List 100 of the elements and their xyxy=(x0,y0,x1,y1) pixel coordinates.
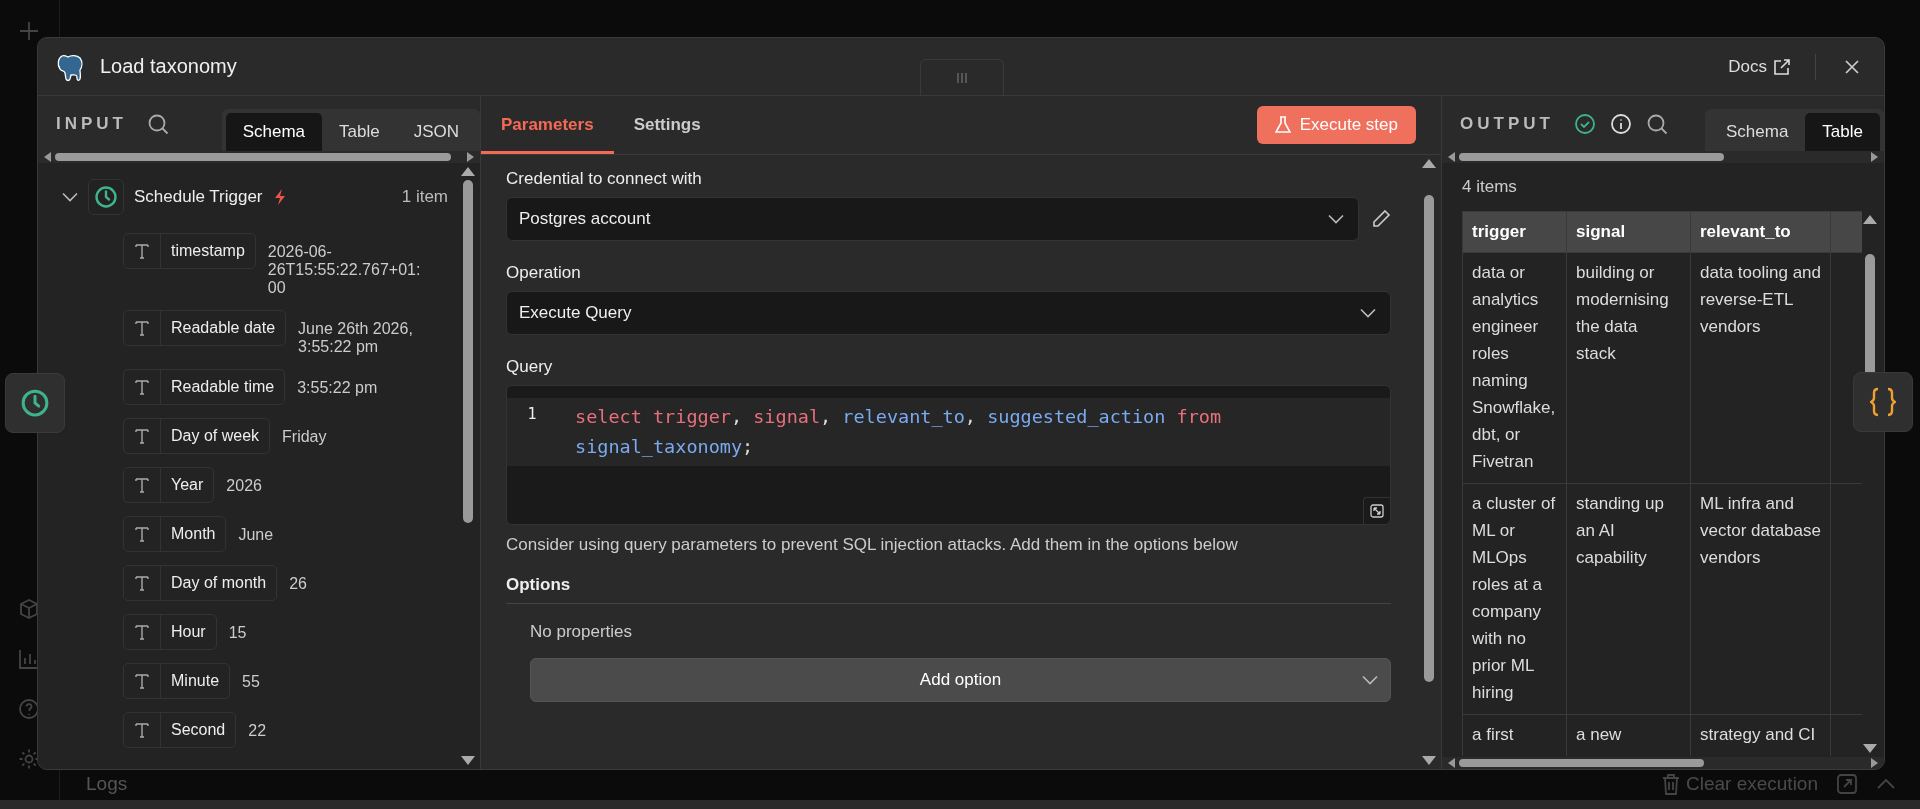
field-name: Readable date xyxy=(170,319,277,337)
field-name: Day of month xyxy=(170,574,268,592)
text-type-icon xyxy=(135,526,149,542)
text-type-icon xyxy=(135,477,149,493)
search-icon[interactable] xyxy=(147,112,169,135)
chevron-down-icon xyxy=(62,192,78,202)
field-chip[interactable]: Second xyxy=(123,712,237,748)
table-cell: a cluster of ML or MLOps roles at a company with no prior ML hiring xyxy=(1462,483,1567,715)
field-value: June xyxy=(238,525,274,544)
field-name: Second xyxy=(170,721,227,739)
field-name: timestamp xyxy=(170,242,246,260)
check-circle-icon xyxy=(1573,112,1596,135)
field-value: 22 xyxy=(248,721,267,740)
drag-handle[interactable] xyxy=(920,59,1004,95)
item-count: 1 item xyxy=(401,187,448,207)
code-line: select trigger, signal, relevant_to, suggested_action from signal_taxonomy; xyxy=(574,405,1223,459)
text-type-icon xyxy=(135,722,149,738)
empty-text: No properties xyxy=(530,622,634,642)
column-header[interactable]: relevant_to xyxy=(1690,211,1831,253)
field-name: Readable time xyxy=(170,378,276,396)
chevron-down-icon xyxy=(1360,308,1376,318)
pencil-icon[interactable] xyxy=(1371,209,1391,229)
field-chip[interactable]: Day of month xyxy=(123,565,278,601)
horizontal-scrollbar[interactable] xyxy=(38,151,480,163)
node-name: Schedule Trigger xyxy=(134,187,263,207)
text-type-icon xyxy=(135,575,149,591)
text-type-icon xyxy=(135,428,149,444)
view-tab[interactable]: Table xyxy=(322,113,397,151)
field-value: 26 xyxy=(289,574,307,593)
view-tab[interactable]: Schema xyxy=(225,113,322,151)
field-value: 15 xyxy=(228,623,247,642)
add-option-button[interactable]: Add option xyxy=(530,658,1391,702)
field-chip[interactable]: Year xyxy=(123,467,215,503)
flask-icon xyxy=(1274,116,1291,134)
clock-icon xyxy=(20,388,50,418)
item-count: 4 items xyxy=(1461,176,1518,198)
view-tab[interactable]: Table xyxy=(1805,113,1880,151)
panel-title: INPUT xyxy=(56,113,127,134)
table-cell: data tooling and reverse-ETL vendors xyxy=(1690,252,1831,484)
field-name: Month xyxy=(170,525,217,543)
table-cell: building or modernising the data stack xyxy=(1566,252,1691,484)
table-cell: a first xyxy=(1462,714,1567,756)
tab[interactable]: Settings xyxy=(613,99,721,154)
horizontal-scrollbar[interactable] xyxy=(1442,757,1884,769)
docs-link[interactable]: Docs xyxy=(1728,56,1791,77)
field-name: Hour xyxy=(170,623,207,641)
field-label: Operation xyxy=(506,263,582,283)
field-chip[interactable]: Minute xyxy=(123,663,231,699)
field-name: Year xyxy=(170,476,205,494)
text-type-icon xyxy=(135,673,149,689)
text-type-icon xyxy=(135,243,149,259)
table-cell: standing up an AI capability xyxy=(1566,483,1691,715)
code-editor[interactable]: 1 select trigger, signal, relevant_to, suggested_action from signal_taxonomy; xyxy=(506,385,1391,525)
logs-label: Logs xyxy=(86,773,128,795)
section-title: Options xyxy=(506,575,1391,604)
trigger-button[interactable] xyxy=(5,373,65,433)
hint-text: Consider using query parameters to prevent SQL injection attacks. Add them in the options below xyxy=(506,535,1239,555)
chevron-down-icon xyxy=(1362,675,1378,685)
field-chip[interactable]: Readable date xyxy=(123,310,287,346)
external-link-icon xyxy=(1773,57,1791,76)
close-icon xyxy=(1844,58,1860,75)
field-label: Query xyxy=(506,357,554,377)
field-label: Credential to connect with xyxy=(506,169,703,189)
table-cell: ML infra and vector database vendors xyxy=(1690,483,1831,715)
field-chip[interactable]: timestamp xyxy=(123,233,256,269)
column-header[interactable]: trigger xyxy=(1462,211,1567,253)
table-cell: strategy and CI xyxy=(1690,714,1831,756)
field-chip[interactable]: Day of week xyxy=(123,418,271,454)
window-title: Load taxonomy xyxy=(100,55,237,78)
text-type-icon xyxy=(135,320,149,336)
field-chip[interactable]: Readable time xyxy=(123,369,286,405)
field-value: 3:55:22 pm xyxy=(297,378,378,397)
json-button[interactable] xyxy=(1853,372,1913,432)
credential-select[interactable]: Postgres account xyxy=(506,197,1359,241)
text-type-icon xyxy=(135,379,149,395)
lightning-icon xyxy=(272,188,287,206)
braces-icon xyxy=(1870,387,1896,417)
field-name: Minute xyxy=(170,672,221,690)
expand-icon[interactable] xyxy=(1363,497,1390,524)
column-header[interactable]: signal xyxy=(1566,211,1691,253)
view-tab[interactable]: JSON xyxy=(396,113,476,151)
field-chip[interactable]: Hour xyxy=(123,614,217,650)
field-chip[interactable]: Month xyxy=(123,516,227,552)
panel-title: OUTPUT xyxy=(1460,113,1554,134)
view-tab[interactable]: Schema xyxy=(1709,113,1806,151)
text-type-icon xyxy=(135,624,149,640)
info-icon[interactable] xyxy=(1609,112,1632,135)
clock-icon xyxy=(94,185,118,209)
table-cell: data or analytics engineer roles naming Snowflake, dbt, or Fivetran xyxy=(1462,252,1567,484)
field-value: June 26th 2026, 3:55:22 pm xyxy=(298,319,414,356)
expand-toggle[interactable] xyxy=(62,192,78,202)
horizontal-scrollbar[interactable] xyxy=(1442,151,1884,163)
table-cell: a new xyxy=(1566,714,1691,756)
field-value: 2026-06-26T15:55:22.767+01:00 xyxy=(267,242,422,297)
line-number: 1 xyxy=(526,404,538,425)
field-value: 55 xyxy=(242,672,260,691)
field-name: Day of week xyxy=(170,427,261,445)
search-icon[interactable] xyxy=(1645,112,1668,135)
tab[interactable]: Parameters xyxy=(481,99,614,154)
operation-select[interactable]: Execute Query xyxy=(506,291,1391,335)
